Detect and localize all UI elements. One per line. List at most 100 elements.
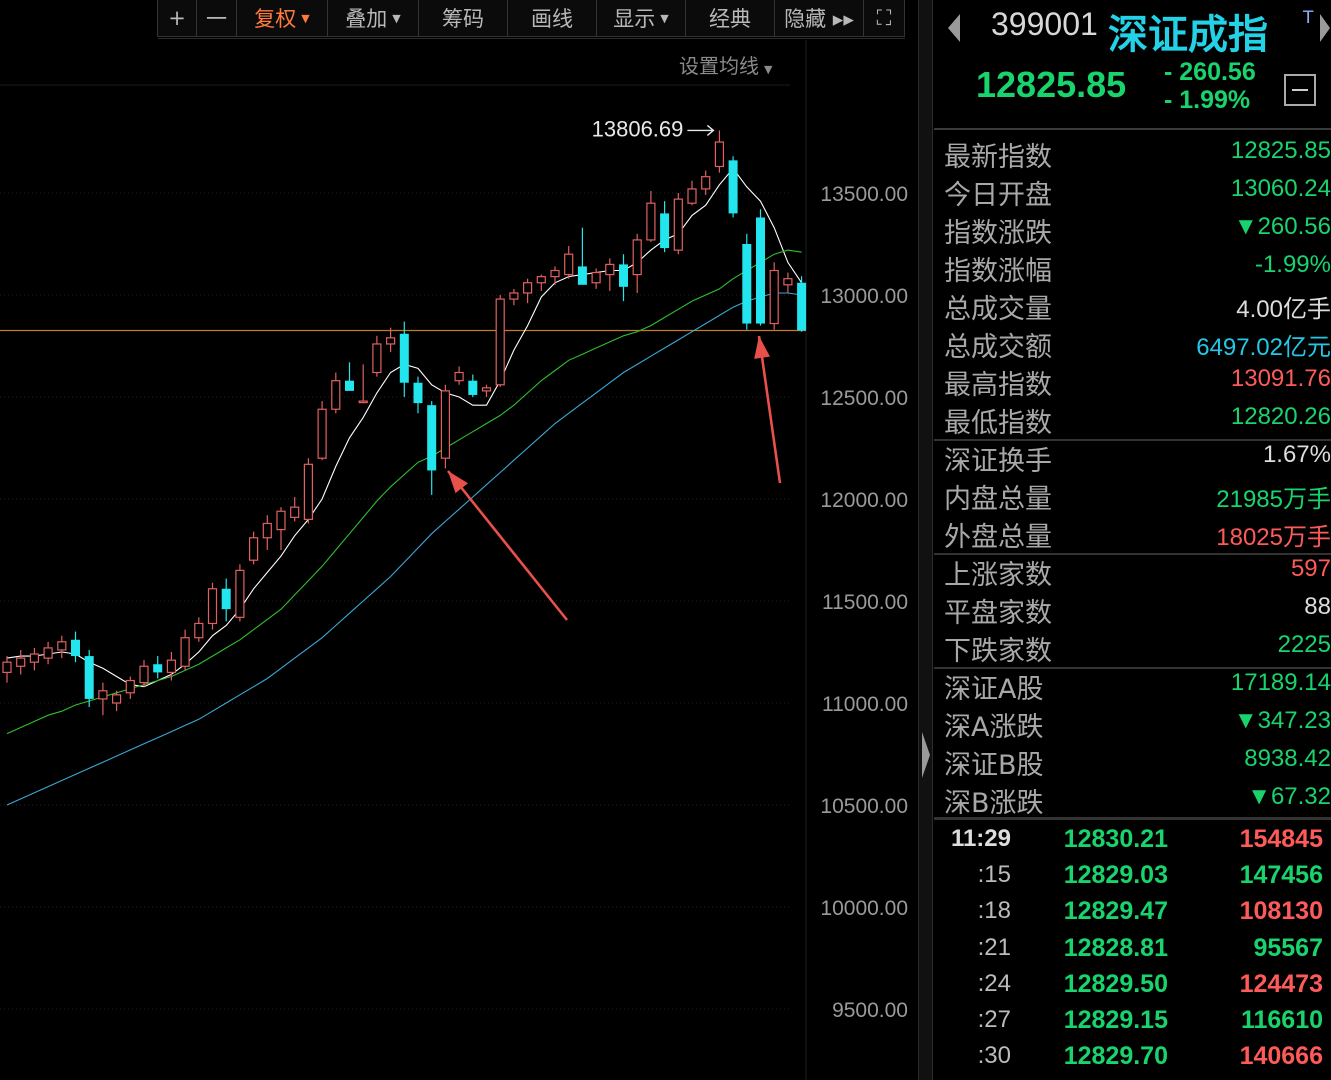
candle[interactable] [783, 272, 793, 293]
candle[interactable] [139, 660, 149, 687]
toolbar-button-1[interactable]: 一 [196, 0, 237, 37]
stat-row: 指数涨幅 -1.99% [934, 247, 1331, 287]
candle[interactable] [16, 649, 26, 675]
toolbar-button-7[interactable]: 经典 [685, 0, 775, 37]
candle[interactable] [427, 401, 437, 495]
candle[interactable] [632, 233, 642, 293]
candle[interactable] [646, 190, 656, 242]
candle[interactable] [756, 209, 765, 326]
candle[interactable] [71, 631, 80, 663]
candle[interactable] [714, 130, 725, 173]
candle[interactable] [701, 170, 711, 196]
toolbar-button-label: 筹码 [442, 7, 484, 31]
last-price: 12825.85 [976, 64, 1127, 105]
candle[interactable] [207, 582, 218, 630]
candle[interactable] [235, 564, 245, 622]
stat-value: 6497.02亿元 [1196, 334, 1331, 361]
tick-row: :21 12828.81 95567 [934, 930, 1331, 966]
panel-divider[interactable] [918, 0, 933, 1080]
stat-label: 上涨家数 [944, 560, 1052, 591]
toolbar-button-8[interactable]: 隐藏 ▸▸ [774, 0, 864, 37]
candle[interactable] [345, 362, 354, 391]
candle[interactable] [468, 374, 478, 397]
chevron-down-icon: ▼ [660, 11, 669, 25]
candle[interactable] [413, 376, 423, 414]
candle[interactable] [249, 531, 259, 565]
candle[interactable] [57, 635, 67, 659]
toolbar-button-3[interactable]: 叠加 ▼ [327, 0, 419, 37]
candle[interactable] [84, 649, 94, 708]
candle[interactable] [577, 227, 587, 285]
tick-time: 11:29 [950, 825, 1011, 852]
toolbar-button-2[interactable]: 复权 ▼ [236, 0, 328, 37]
candle[interactable] [742, 233, 752, 330]
candle[interactable] [98, 682, 108, 716]
toolbar-button-9[interactable]: ⛶ [863, 0, 905, 37]
candle[interactable] [180, 629, 190, 671]
candle[interactable] [769, 262, 779, 330]
candle[interactable] [481, 384, 492, 397]
candle[interactable] [166, 652, 176, 681]
candle[interactable] [605, 258, 615, 291]
t-mark[interactable]: T [1303, 8, 1313, 28]
stat-row: 深证换手 1.67% [934, 437, 1331, 477]
candle[interactable] [509, 288, 519, 306]
stat-row: 外盘总量 18025万手 [934, 513, 1331, 553]
candle[interactable] [687, 180, 697, 206]
peak-arrow-icon [687, 124, 715, 136]
stat-row: 深证A股 17189.14 [934, 665, 1331, 705]
toolbar-button-5[interactable]: 画线 [507, 0, 597, 37]
toolbar-button-label: 一 [206, 7, 227, 31]
candle[interactable] [153, 656, 163, 679]
candle[interactable] [2, 656, 12, 683]
candle[interactable] [372, 335, 382, 377]
candle[interactable] [125, 676, 135, 699]
stat-value: 4.00亿手 [1236, 296, 1331, 323]
candle[interactable] [660, 201, 670, 253]
quote-header: 399001 深证成指 T 12825.85 - 260.56 - 1.99% [934, 0, 1331, 130]
stat-row: 最高指数 13091.76 [934, 361, 1331, 401]
toolbar-button-4[interactable]: 筹码 [418, 0, 508, 37]
candle[interactable] [673, 193, 683, 255]
candle[interactable] [454, 366, 464, 385]
toolbar-button-6[interactable]: 显示 ▼ [596, 0, 686, 37]
tick-time: :21 [977, 933, 1011, 961]
candle[interactable] [221, 578, 231, 622]
candle[interactable] [591, 268, 601, 289]
toolbar-button-label: + [168, 6, 186, 30]
candle[interactable] [262, 515, 272, 550]
candle[interactable] [386, 327, 396, 353]
next-stock-icon[interactable] [1319, 12, 1331, 44]
kline-chart-panel[interactable]: 13500.00 13000.00 12500.00 12000.00 11500.00… [0, 0, 918, 1080]
candle[interactable] [536, 274, 546, 291]
candle[interactable] [797, 276, 807, 332]
collapse-quote-button[interactable] [1284, 74, 1316, 106]
candle[interactable] [276, 507, 286, 550]
candle[interactable] [317, 401, 327, 461]
candle[interactable] [290, 496, 300, 522]
candle[interactable] [728, 156, 738, 218]
stat-label: 平盘家数 [944, 598, 1052, 629]
tick-time: :24 [977, 969, 1011, 997]
candle[interactable] [440, 384, 450, 469]
ma-setting-button[interactable]: 设置均线 ▼ [679, 50, 772, 79]
toolbar-button-0[interactable]: + [157, 0, 197, 37]
tick-time: :15 [977, 861, 1011, 889]
candle[interactable] [194, 617, 204, 642]
candle[interactable] [303, 458, 313, 524]
candle[interactable] [522, 278, 533, 304]
candle[interactable] [29, 647, 39, 671]
prev-stock-icon[interactable] [946, 12, 962, 44]
collapse-panel-icon[interactable] [921, 730, 931, 780]
stat-value: 8938.42 [1244, 745, 1331, 772]
tick-row: :18 12829.47 108130 [934, 893, 1331, 929]
stat-value: 597 [1290, 555, 1331, 582]
candle[interactable] [331, 372, 341, 414]
candle[interactable] [564, 246, 574, 279]
kline-chart[interactable]: 13500.00 13000.00 12500.00 12000.00 11500.00… [0, 0, 918, 1080]
candle[interactable] [619, 254, 628, 302]
candle[interactable] [495, 295, 505, 387]
stat-label: 最新指数 [944, 142, 1052, 173]
candle[interactable] [43, 641, 53, 665]
candle[interactable] [399, 321, 409, 397]
